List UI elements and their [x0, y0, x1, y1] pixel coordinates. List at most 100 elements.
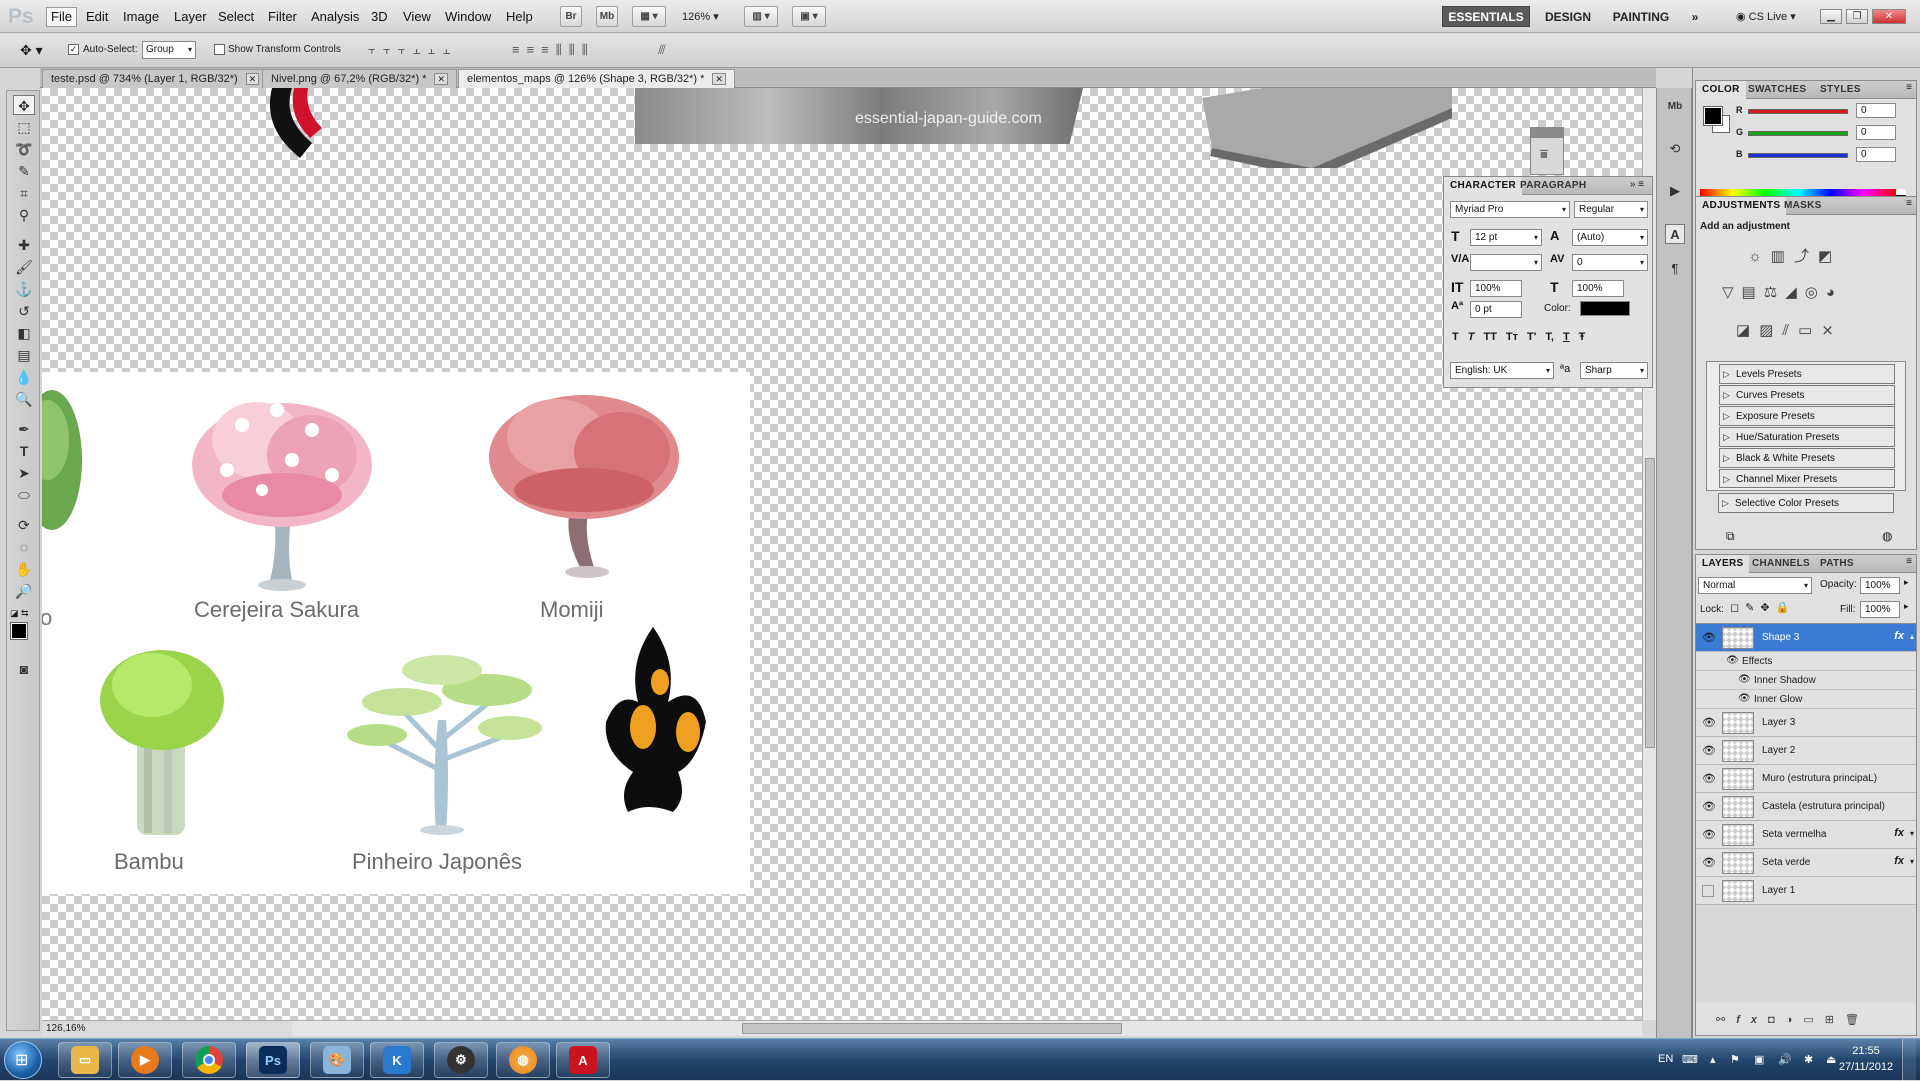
lock-icons[interactable]: ◻✎✥🔒 — [1730, 601, 1795, 614]
pen-tool-icon[interactable]: ✒ — [13, 419, 35, 439]
tab-paths[interactable]: PATHS — [1814, 555, 1860, 573]
brush-tool-icon[interactable]: 🖌 — [13, 257, 35, 277]
volume-icon[interactable]: 🔊 — [1778, 1053, 1792, 1066]
leading-field[interactable]: (Auto) ▾ — [1572, 229, 1648, 246]
horizontal-scrollbar[interactable] — [292, 1020, 1642, 1036]
layer-row-muro[interactable]: 👁 Muro (estrutura principaL) — [1696, 765, 1916, 793]
menu-edit[interactable]: Edit — [86, 9, 108, 24]
all-caps-button[interactable]: TT — [1483, 331, 1496, 343]
taskbar-chrome[interactable] — [182, 1042, 236, 1078]
move-tool-preset-icon[interactable]: ✥ ▾ — [20, 42, 43, 59]
auto-select-checkbox[interactable]: ✓ — [68, 44, 79, 55]
blend-mode-dropdown[interactable]: Normal ▾ — [1698, 577, 1812, 594]
close-button[interactable]: ✕ — [1872, 9, 1906, 24]
add-mask-icon[interactable]: ◘ — [1768, 1014, 1786, 1026]
screen-mode-button[interactable]: ▣ ▾ — [792, 6, 826, 27]
menu-file[interactable]: File — [46, 7, 77, 27]
restore-button[interactable]: ❐ — [1846, 9, 1868, 24]
language-dropdown[interactable]: English: UK ▾ — [1450, 362, 1554, 379]
close-icon[interactable]: ✕ — [434, 73, 449, 85]
baseline-shift-field[interactable]: 0 pt — [1470, 301, 1522, 318]
menu-window[interactable]: Window — [445, 9, 491, 24]
effects-group-row[interactable]: 👁 Effects — [1696, 652, 1916, 671]
taskbar-app-orange[interactable]: ◍ — [496, 1042, 550, 1078]
taskbar-media-player[interactable]: ▶ — [118, 1042, 172, 1078]
3d-orbit-tool-icon[interactable]: ◌ — [13, 537, 35, 557]
character-panel-icon[interactable]: A — [1665, 224, 1685, 244]
visibility-eye-icon[interactable]: 👁 — [1702, 716, 1716, 729]
color-balance-icon[interactable]: ⚖ — [1764, 284, 1785, 301]
ellipse-tool-icon[interactable]: ⬭ — [13, 485, 35, 505]
new-layer-icon[interactable]: ⊞ — [1825, 1014, 1845, 1026]
marquee-tool-icon[interactable]: ⬚ — [13, 117, 35, 137]
bluetooth-icon[interactable]: ✱ — [1804, 1053, 1813, 1066]
taskbar-file-explorer[interactable]: ▭ — [58, 1042, 112, 1078]
3d-rotate-tool-icon[interactable]: ⟳ — [13, 515, 35, 535]
layer-effects-icon[interactable]: fx — [1894, 630, 1904, 642]
menu-filter[interactable]: Filter — [268, 9, 297, 24]
blue-slider[interactable] — [1748, 153, 1848, 158]
tab-swatches[interactable]: SWATCHES — [1742, 81, 1812, 99]
path-selection-tool-icon[interactable]: ➤ — [13, 463, 35, 483]
eraser-tool-icon[interactable]: ◧ — [13, 323, 35, 343]
auto-align-button[interactable]: ⫻ — [658, 42, 666, 58]
invert-icon[interactable]: ◪ — [1736, 322, 1759, 339]
auto-select-mode-dropdown[interactable]: Group ▾ — [142, 41, 196, 59]
blue-value-field[interactable]: 0 — [1856, 147, 1896, 162]
visibility-eye-icon[interactable]: 👁 — [1702, 631, 1716, 644]
visibility-eye-icon[interactable]: 👁 — [1702, 828, 1716, 841]
default-colors-icon[interactable]: ◪ ⇆ — [10, 608, 29, 619]
add-layer-style-icon[interactable]: fx — [1736, 1014, 1768, 1026]
menu-3d[interactable]: 3D — [371, 9, 388, 24]
opacity-field[interactable]: 100% — [1860, 577, 1900, 594]
adjustment-icons-row-1[interactable]: ☼▥⤴◩ — [1748, 245, 1841, 266]
lock-position-icon[interactable]: ✥ — [1760, 602, 1775, 614]
anti-alias-dropdown[interactable]: Sharp ▾ — [1580, 362, 1648, 379]
eyedropper-tool-icon[interactable]: ⚲ — [13, 205, 35, 225]
vibrance-icon[interactable]: ▽ — [1722, 284, 1742, 301]
green-value-field[interactable]: 0 — [1856, 125, 1896, 140]
text-color-swatch[interactable] — [1580, 301, 1630, 316]
menu-analysis[interactable]: Analysis — [311, 9, 359, 24]
distribute-buttons[interactable]: ≡≡≡⫼⫼⫼ — [512, 42, 595, 58]
tab-character[interactable]: CHARACTER — [1444, 177, 1523, 195]
effect-row-inner-glow[interactable]: 👁 Inner Glow — [1696, 690, 1916, 709]
brightness-icon[interactable]: ☼ — [1748, 248, 1771, 265]
close-icon[interactable]: ✕ — [245, 73, 260, 85]
cs-live-button[interactable]: ◉ CS Live ▾ — [1736, 10, 1796, 23]
layer-row-layer-3[interactable]: 👁 Layer 3 — [1696, 709, 1916, 737]
gradient-tool-icon[interactable]: ▤ — [13, 345, 35, 365]
language-indicator[interactable]: EN — [1658, 1053, 1673, 1065]
selective-color-presets[interactable]: Selective Color Presets — [1718, 493, 1894, 513]
menu-layer[interactable]: Layer — [174, 9, 207, 24]
start-button[interactable]: ⊞ — [4, 1041, 42, 1079]
effect-row-inner-shadow[interactable]: 👁 Inner Shadow — [1696, 671, 1916, 690]
fill-slider-arrow[interactable]: ▸ — [1904, 601, 1909, 612]
lock-pixels-icon[interactable]: ✎ — [1745, 602, 1760, 614]
show-transform-checkbox[interactable] — [214, 44, 225, 55]
move-tool-icon[interactable]: ✥ — [13, 95, 35, 115]
hue-saturation-presets[interactable]: Hue/Saturation Presets — [1719, 427, 1895, 447]
curves-icon[interactable]: ⤴ — [1794, 248, 1818, 265]
panel-menu-icon[interactable]: » ≡ — [1630, 179, 1644, 190]
threshold-icon[interactable]: ⫽ — [1782, 322, 1798, 339]
view-mode-icon[interactable]: ◍ — [1882, 529, 1892, 543]
zoom-status[interactable]: 126,16% — [46, 1023, 85, 1034]
opacity-slider-arrow[interactable]: ▸ — [1904, 577, 1909, 588]
show-hidden-icons[interactable]: ▴ — [1710, 1053, 1716, 1066]
usb-icon[interactable]: ⏏ — [1826, 1053, 1836, 1066]
photo-filter-icon[interactable]: ◎ — [1805, 284, 1826, 301]
workspace-essentials[interactable]: ESSENTIALS — [1442, 6, 1530, 27]
curves-presets[interactable]: Curves Presets — [1719, 385, 1895, 405]
foreground-color-chip[interactable] — [1703, 106, 1723, 126]
visibility-eye-icon[interactable]: 👁 — [1702, 800, 1716, 813]
keyboard-icon[interactable]: ⌨ — [1682, 1053, 1698, 1066]
action-center-icon[interactable]: ⚑ — [1730, 1053, 1740, 1066]
channel-mixer-icon[interactable]: ◕ — [1826, 284, 1843, 301]
levels-icon[interactable]: ▥ — [1771, 248, 1794, 265]
clone-stamp-tool-icon[interactable]: ⚓ — [13, 279, 35, 299]
fill-field[interactable]: 100% — [1860, 601, 1900, 618]
visibility-eye-icon[interactable]: 👁 — [1702, 856, 1716, 869]
clock[interactable]: 21:55 27/11/2012 — [1838, 1043, 1894, 1075]
menu-image[interactable]: Image — [123, 9, 159, 24]
